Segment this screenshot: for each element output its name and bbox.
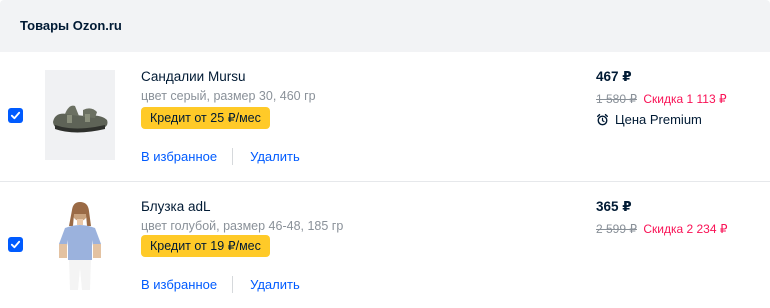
sandal-image (45, 70, 115, 160)
credit-badge[interactable]: Кредит от 19 ₽/мес (141, 235, 270, 257)
checkmark-icon (10, 111, 21, 120)
old-price: 1 580 ₽ (596, 92, 637, 106)
current-price: 467 ₽ (596, 69, 632, 84)
old-price: 2 599 ₽ (596, 222, 637, 236)
checkmark-icon (10, 240, 21, 249)
alarm-clock-icon (596, 113, 609, 126)
product-name[interactable]: Блузка adL (141, 199, 211, 214)
product-attributes: цвет серый, размер 30, 460 гр (141, 89, 316, 103)
cart-section-header: Товары Ozon.ru (0, 0, 770, 52)
add-to-favorites-link[interactable]: В избранное (141, 277, 217, 292)
price-details: 1 580 ₽ Скидка 1 113 ₽ (596, 92, 727, 106)
product-attributes: цвет голубой, размер 46-48, 185 гр (141, 219, 344, 233)
discount-label: Скидка 1 113 ₽ (643, 92, 727, 106)
add-to-favorites-link[interactable]: В избранное (141, 149, 217, 164)
premium-label: Цена Premium (615, 112, 702, 127)
premium-price[interactable]: Цена Premium (596, 112, 702, 127)
product-image[interactable] (47, 200, 113, 292)
item-actions: В избранное Удалить (141, 147, 300, 165)
item-actions: В избранное Удалить (141, 275, 300, 293)
item-checkbox[interactable] (8, 108, 23, 123)
discount-label: Скидка 2 234 ₽ (643, 222, 728, 236)
item-checkbox[interactable] (8, 237, 23, 252)
divider (232, 275, 234, 293)
credit-badge[interactable]: Кредит от 25 ₽/мес (141, 107, 270, 129)
delete-link[interactable]: Удалить (250, 149, 300, 164)
section-title: Товары Ozon.ru (20, 18, 122, 33)
price-details: 2 599 ₽ Скидка 2 234 ₽ (596, 222, 727, 236)
product-name[interactable]: Сандалии Mursu (141, 69, 245, 84)
product-image[interactable] (45, 70, 115, 160)
divider (232, 147, 234, 165)
blouse-image (47, 200, 113, 292)
current-price: 365 ₽ (596, 199, 632, 214)
delete-link[interactable]: Удалить (250, 277, 300, 292)
cart-item: Блузка adL цвет голубой, размер 46-48, 1… (0, 182, 770, 308)
cart-item: Сандалии Mursu цвет серый, размер 30, 46… (0, 52, 770, 182)
